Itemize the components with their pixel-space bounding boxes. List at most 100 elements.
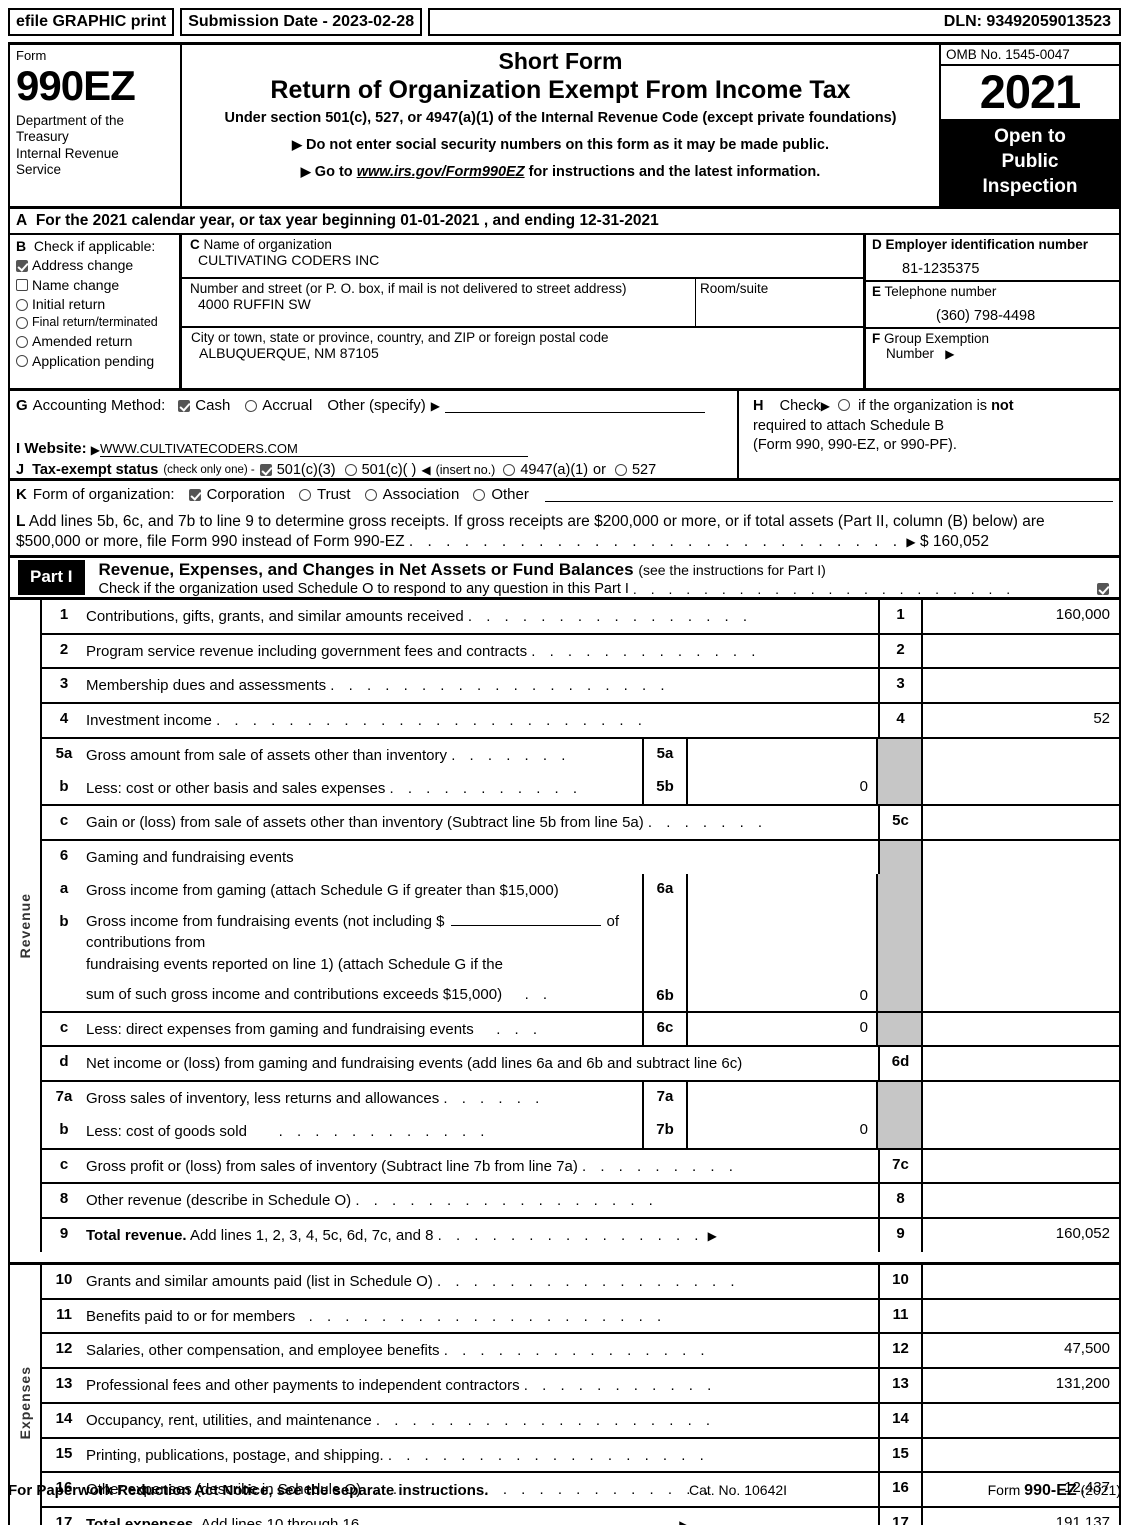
line-description: Gross income from gaming (attach Schedul… xyxy=(86,881,559,899)
line-amount[interactable] xyxy=(923,669,1119,702)
line-amount[interactable] xyxy=(923,1404,1119,1437)
checkbox-icon-application-pending[interactable] xyxy=(16,355,28,368)
line-number: 2 xyxy=(59,640,69,658)
other-org-input[interactable] xyxy=(544,487,1113,503)
bullet-triangle-icon-2: ▶ xyxy=(300,164,311,180)
line-amount[interactable] xyxy=(923,1047,1119,1080)
line-ref-number: 14 xyxy=(878,1403,923,1437)
line-amount[interactable]: 131,200 xyxy=(923,1369,1119,1402)
checkbox-icon-527[interactable] xyxy=(614,464,627,477)
line-amount[interactable]: 191,137 xyxy=(923,1508,1119,1525)
line-amount[interactable] xyxy=(923,1300,1119,1333)
label-cash: Cash xyxy=(195,397,231,415)
checkbox-final-return[interactable]: Final return/terminated xyxy=(16,316,175,330)
checkbox-icon-final-return[interactable] xyxy=(16,317,28,330)
line-number: 3 xyxy=(59,675,69,693)
section-a-text-mid: , and ending xyxy=(483,212,576,230)
section-a-tax-year: A For the 2021 calendar year, or tax yea… xyxy=(10,206,1119,233)
sub-line-amount[interactable]: 0 xyxy=(688,1114,878,1148)
checkbox-icon-501c[interactable] xyxy=(344,464,357,477)
goto-suffix: for instructions and the latest informat… xyxy=(524,164,821,181)
checkbox-amended-return[interactable]: Amended return xyxy=(16,333,175,349)
h-line1-text: if the organization is xyxy=(858,398,988,415)
checkbox-icon-schedule-o[interactable] xyxy=(1097,582,1109,595)
org-name-label: C Name of organization xyxy=(190,237,863,252)
line-number: 5a xyxy=(55,744,73,762)
checkbox-initial-return[interactable]: Initial return xyxy=(16,296,175,312)
org-city-label: City or town, state or province, country… xyxy=(191,330,609,346)
irs-form990ez-link[interactable]: www.irs.gov/Form990EZ xyxy=(357,164,525,180)
line-amount[interactable] xyxy=(923,1439,1119,1472)
checkbox-icon-association[interactable] xyxy=(364,488,377,501)
table-row: 17 Total expenses. Add lines 10 through … xyxy=(42,1508,1119,1525)
checkbox-name-change[interactable]: Name change xyxy=(16,277,175,293)
checkbox-icon-amended-return[interactable] xyxy=(16,335,28,348)
group-exemption-number-row: Number ▶ xyxy=(872,346,1119,361)
checkbox-icon-accrual[interactable] xyxy=(245,399,258,412)
checkbox-application-pending[interactable]: Application pending xyxy=(16,353,175,369)
tax-exempt-status-label: Tax-exempt status xyxy=(32,462,159,479)
section-def-block: D Employer identification number 81-1235… xyxy=(866,235,1119,388)
line-ref-number: 11 xyxy=(878,1299,923,1333)
section-f-letter: F xyxy=(872,331,881,347)
line-description: Other revenue (describe in Schedule O) .… xyxy=(86,1192,658,1210)
sub-line-amount[interactable] xyxy=(688,873,878,907)
line-amount xyxy=(923,1115,1119,1148)
line-number: 17 xyxy=(55,1514,73,1525)
line-amount xyxy=(923,1013,1119,1046)
section-c-letter: C xyxy=(190,237,200,253)
checkbox-icon-name-change[interactable] xyxy=(16,279,28,292)
section-e-telephone: E Telephone number (360) 798-4498 xyxy=(866,282,1119,330)
sub-line-amount[interactable]: 0 xyxy=(688,906,878,1011)
checkbox-icon-schedule-b[interactable] xyxy=(838,399,851,412)
line-description: Gross profit or (loss) from sales of inv… xyxy=(86,1157,738,1175)
part1-tag: Part I xyxy=(18,559,85,595)
checkbox-icon-initial-return[interactable] xyxy=(16,298,28,311)
section-k-letter: K xyxy=(16,486,27,504)
group-exemption-number-label: Number xyxy=(886,346,935,362)
checkbox-icon-4947a1[interactable] xyxy=(503,464,516,477)
checkbox-icon-corporation[interactable] xyxy=(188,488,201,501)
omb-year-block: OMB No. 1545-0047 2021 Open to Public Insp… xyxy=(941,45,1119,207)
line-amount[interactable] xyxy=(923,1150,1119,1183)
website-value[interactable]: WWW.CULTIVATECODERS.COM xyxy=(99,441,528,458)
catalog-number: Cat. No. 10642I xyxy=(688,1482,788,1498)
checkbox-icon-trust[interactable] xyxy=(298,488,311,501)
notice-no-ssn: ▶ Do not enter social security numbers o… xyxy=(188,137,933,153)
goto-prefix: Go to xyxy=(314,164,357,181)
checkbox-address-change[interactable]: Address change xyxy=(16,257,175,273)
line-description: Contributions, gifts, grants, and simila… xyxy=(86,607,753,625)
gross-receipts-line1: Add lines 5b, 6c, and 7b to line 9 to de… xyxy=(28,513,1045,531)
line-amount[interactable]: 47,500 xyxy=(923,1334,1119,1367)
line-amount[interactable] xyxy=(923,806,1119,839)
sub-line-amount[interactable]: 0 xyxy=(688,771,878,805)
checkbox-icon-501c3[interactable] xyxy=(259,464,272,477)
checkbox-icon-cash[interactable] xyxy=(178,399,191,412)
group-exemption-label-text: Group Exemption xyxy=(884,331,990,347)
sub-line-amount[interactable] xyxy=(688,738,878,772)
other-specify-input[interactable] xyxy=(444,398,705,414)
org-info-block: B Check if applicable: Address change Na… xyxy=(10,233,1119,389)
line-amount[interactable]: 160,000 xyxy=(923,600,1119,633)
leader-dots-part1: . . . . . . . . . . . . . . . . . . . . … xyxy=(632,580,1016,597)
line-description: Occupancy, rent, utilities, and maintena… xyxy=(86,1411,716,1429)
table-row: 7a Gross sales of inventory, less return… xyxy=(42,1082,1119,1115)
checkbox-icon-other-org[interactable] xyxy=(473,488,486,501)
line-number: 9 xyxy=(59,1225,69,1243)
sub-line-ref: 6b xyxy=(642,906,688,1011)
line-amount[interactable] xyxy=(923,1184,1119,1217)
checkbox-icon-address-change[interactable] xyxy=(16,259,28,272)
sub-line-amount[interactable] xyxy=(688,1082,878,1115)
fundraising-contributions-input[interactable] xyxy=(450,912,601,926)
section-i-website: I Website: ▶ WWW.CULTIVATECODERS.COM xyxy=(16,440,737,458)
part1-banner: Part I Revenue, Expenses, and Changes in… xyxy=(10,554,1119,597)
section-f-group-exemption: F Group Exemption Number ▶ xyxy=(866,329,1119,386)
part1-title: Revenue, Expenses, and Changes in Net As… xyxy=(99,560,1119,580)
line-amount[interactable]: 160,052 xyxy=(923,1219,1119,1252)
line-amount[interactable]: 52 xyxy=(923,704,1119,737)
sub-line-amount[interactable]: 0 xyxy=(688,1012,878,1046)
line-amount[interactable] xyxy=(923,635,1119,668)
line-amount[interactable] xyxy=(923,1265,1119,1298)
label-final-return: Final return/terminated xyxy=(32,315,158,330)
ein-label: D Employer identification number xyxy=(872,237,1119,252)
